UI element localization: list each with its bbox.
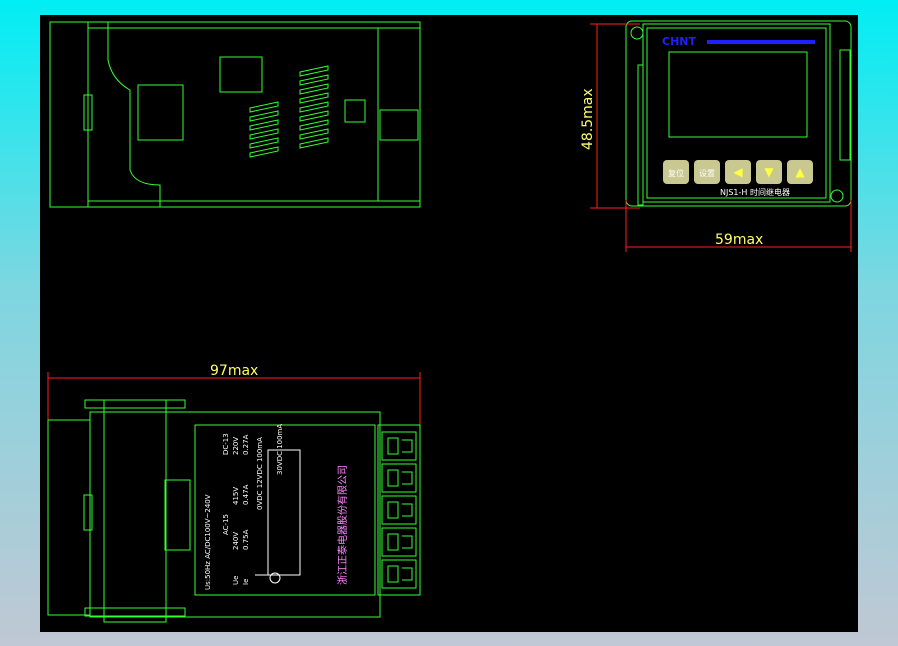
manufacturer: 浙江正泰电器股份有限公司 xyxy=(336,465,349,585)
vent-slot xyxy=(249,101,279,113)
ie-027: 0.27A xyxy=(242,434,250,455)
front-dimensions: 48.5max 59max xyxy=(580,23,852,252)
vent-slot xyxy=(299,110,329,122)
brand-logo: CHNT xyxy=(662,35,696,48)
vent-slot xyxy=(299,128,329,140)
ie-047: 0.47A xyxy=(242,484,250,505)
terminal xyxy=(381,527,417,557)
header-ac15: AC-15 xyxy=(222,514,230,535)
terminal-screw xyxy=(387,501,413,519)
terminal-screw xyxy=(387,565,413,583)
vent-slot xyxy=(249,119,279,131)
terminal xyxy=(381,431,417,461)
vent-slot xyxy=(299,137,329,149)
supply-spec: Us:50Hz AC/DC100V~240V xyxy=(204,494,212,590)
front-button-label: ◀ xyxy=(733,165,743,179)
vent-slot xyxy=(299,74,329,86)
output-30vdc: 30VDC 100mA xyxy=(276,424,284,475)
ie-075: 0.75A xyxy=(242,529,250,550)
ue-415: 415V xyxy=(232,487,240,505)
side-view: 97max Us:50Hz AC/DC100V~240V AC-15 DC-13… xyxy=(47,363,421,623)
top-view xyxy=(49,21,421,208)
vent-slot xyxy=(299,92,329,104)
front-view: CHNT 复位 设置 ◀ ▼ ▲ NJS1-H 时间继电器 xyxy=(625,20,852,207)
height-dimension: 48.5max xyxy=(580,88,596,150)
terminal-screw xyxy=(387,469,413,487)
width-dimension: 97max xyxy=(210,363,258,379)
vent-slot xyxy=(249,128,279,140)
terminal xyxy=(381,463,417,493)
front-width-dimension: 59max xyxy=(715,232,763,248)
vent-slot xyxy=(299,65,329,77)
terminal-screw xyxy=(387,533,413,551)
ue-220: 220V xyxy=(232,437,240,455)
model-label: NJS1-H 时间继电器 xyxy=(720,187,790,197)
vent-slot xyxy=(299,119,329,131)
front-button-label: ▼ xyxy=(764,165,774,179)
ie-label: Ie xyxy=(242,579,250,585)
terminal-screw xyxy=(387,437,413,455)
ue-label: Ue xyxy=(232,576,240,585)
front-button-label: 复位 xyxy=(668,168,684,178)
output-12vdc: 0VDC 12VDC 100mA xyxy=(256,437,264,510)
cad-canvas[interactable]: CHNT 复位 设置 ◀ ▼ ▲ NJS1-H 时间继电器 48.5max 59max … xyxy=(40,15,858,632)
front-button-label: 设置 xyxy=(699,168,715,178)
vent-slot xyxy=(299,83,329,95)
ue-240: 240V xyxy=(232,532,240,550)
front-button-label: ▲ xyxy=(795,165,805,179)
vent-slot xyxy=(299,101,329,113)
vent-slot xyxy=(249,137,279,149)
drawing: CHNT 复位 设置 ◀ ▼ ▲ NJS1-H 时间继电器 48.5max 59max … xyxy=(47,20,852,623)
vent-slot xyxy=(249,146,279,158)
header-dc13: DC-13 xyxy=(222,433,230,455)
terminal xyxy=(381,559,417,589)
vent-slot xyxy=(249,110,279,122)
terminal xyxy=(381,495,417,525)
